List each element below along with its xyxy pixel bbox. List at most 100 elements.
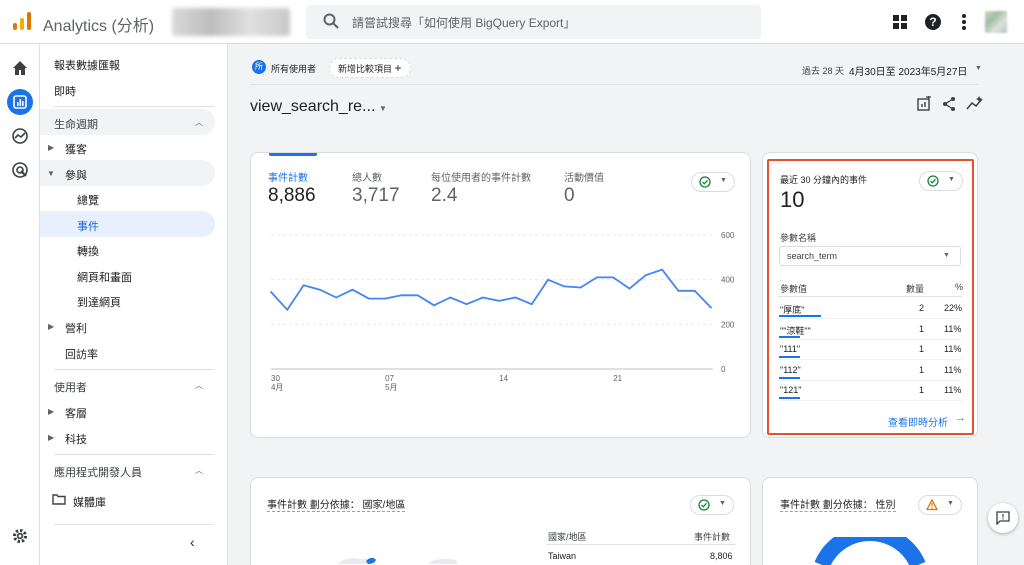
settings-gear-icon[interactable] — [10, 526, 30, 546]
date-range-label[interactable]: 過去 28 天 — [802, 64, 844, 77]
col-header-param-value: 參數值 — [780, 284, 808, 294]
data-point — [596, 276, 598, 279]
dropdown-arrow-icon: ▼ — [720, 177, 727, 184]
x-tick-label: 30 — [271, 374, 280, 383]
data-point — [498, 299, 501, 302]
avatar[interactable] — [985, 11, 1007, 33]
report-navigation: 報表數據匯報 即時 生命週期 ︿ ▶ 獲客 ▼ 參與 總覽 事件 轉換 網頁和畫… — [40, 44, 228, 565]
arrow-right-icon[interactable]: → — [955, 412, 966, 424]
table-row[interactable] — [778, 383, 962, 401]
nav-pages-screens[interactable]: 網頁和畫面 — [77, 269, 132, 285]
metric-options-dropdown[interactable]: ▼ — [691, 172, 735, 192]
nav-events-selected[interactable] — [40, 211, 215, 237]
account-selector[interactable] — [172, 8, 290, 36]
data-point — [481, 296, 484, 299]
nav-overview[interactable]: 總覽 — [77, 192, 99, 208]
metric-label[interactable]: 活動價值 — [564, 169, 604, 184]
nav-divider — [54, 369, 214, 370]
view-realtime-link[interactable]: 查看即時分析 — [888, 414, 948, 429]
expand-arrow-icon[interactable]: ▶ — [48, 407, 54, 416]
expand-arrow-icon[interactable]: ▶ — [48, 433, 54, 442]
folder-icon — [52, 494, 66, 505]
collapse-arrow-icon[interactable]: ▼ — [47, 169, 55, 178]
nav-divider — [54, 524, 214, 525]
col-header-pct: % — [955, 282, 964, 292]
nav-demographics[interactable]: 客層 — [65, 405, 87, 421]
y-tick-label: 400 — [721, 276, 735, 285]
nav-library[interactable]: 媒體庫 — [73, 494, 106, 510]
param-count: 1 — [919, 364, 925, 375]
gender-options-dropdown[interactable]: ▼ — [918, 495, 962, 515]
chevron-up-icon[interactable]: ︿ — [195, 117, 203, 128]
country-options-dropdown[interactable]: ▼ — [690, 495, 734, 515]
advertising-icon[interactable] — [10, 160, 30, 180]
more-vert-icon[interactable] — [954, 12, 974, 32]
home-icon[interactable] — [10, 58, 30, 78]
plus-icon: + — [394, 61, 402, 75]
nav-landing-page[interactable]: 到達網頁 — [77, 294, 121, 310]
collapse-nav-chevron-icon[interactable]: ‹ — [190, 534, 195, 550]
x-tick-label: 21 — [613, 374, 622, 383]
active-metric-indicator — [269, 153, 317, 156]
app-title: Analytics (分析) — [43, 18, 155, 35]
event-count-line-chart: 0 200 400 600 304月 075月 14 21 — [270, 231, 735, 392]
x-tick-label: 4月 — [271, 383, 283, 392]
nav-reports-snapshot[interactable]: 報表數據匯報 — [54, 57, 120, 73]
add-comparison-button[interactable]: 新增比較項目 + — [329, 58, 411, 78]
metric-value: 2.4 — [431, 185, 458, 206]
series-line — [270, 268, 712, 311]
title-dropdown-arrow-icon[interactable]: ▼ — [379, 104, 387, 113]
col-header-country: 國家/地區 — [548, 532, 587, 542]
nav-realtime[interactable]: 即時 — [54, 83, 76, 99]
nav-user-section[interactable]: 使用者 — [54, 379, 87, 395]
chevron-up-icon[interactable]: ︿ — [195, 380, 203, 391]
expand-arrow-icon[interactable]: ▶ — [48, 143, 54, 152]
table-row[interactable] — [778, 342, 962, 360]
country-card-title[interactable]: 事件計數 劃分依據： 國家/地區 — [267, 496, 406, 512]
reports-icon[interactable] — [10, 92, 30, 112]
share-icon[interactable] — [941, 96, 957, 112]
metric-value: 0 — [564, 185, 575, 206]
nav-monetization[interactable]: 營利 — [65, 320, 87, 336]
data-point — [286, 308, 289, 311]
search-placeholder: 請嘗試搜尋「如何使用 BigQuery Export」 — [352, 16, 576, 30]
table-row[interactable] — [778, 363, 962, 381]
nav-conversions[interactable]: 轉換 — [77, 243, 99, 259]
data-point — [547, 278, 549, 281]
data-point — [693, 289, 696, 292]
data-point — [433, 304, 435, 307]
y-tick-label: 200 — [721, 320, 735, 329]
chevron-up-icon[interactable]: ︿ — [195, 465, 203, 476]
segment-chip-label[interactable]: 所有使用者 — [271, 62, 316, 75]
date-dropdown-arrow-icon[interactable]: ▼ — [975, 65, 982, 72]
row-divider — [778, 318, 962, 319]
date-range-value[interactable]: 4月30日至 2023年5月27日 — [849, 63, 967, 78]
table-divider — [778, 296, 962, 297]
metric-label[interactable]: 每位使用者的事件計數 — [431, 169, 531, 184]
check-circle-icon — [927, 175, 939, 187]
nav-tech[interactable]: 科技 — [65, 431, 87, 447]
feedback-button[interactable] — [988, 503, 1018, 533]
customize-report-icon[interactable] — [916, 96, 932, 112]
realtime-options-dropdown[interactable]: ▼ — [919, 171, 963, 191]
search-icon — [323, 13, 339, 29]
nav-app-developer-section[interactable]: 應用程式開發人員 — [54, 464, 142, 480]
param-share-bar — [779, 356, 800, 358]
expand-arrow-icon[interactable]: ▶ — [48, 322, 54, 331]
nav-acquisition[interactable]: 獲客 — [65, 141, 87, 157]
data-point — [367, 297, 370, 300]
apps-grid-icon[interactable] — [890, 12, 910, 32]
metric-label[interactable]: 事件計數 — [268, 169, 308, 184]
explore-icon[interactable] — [10, 126, 30, 146]
analytics-logo-icon[interactable] — [12, 11, 32, 31]
gender-card-title[interactable]: 事件計數 劃分依據： 性別 — [780, 496, 896, 512]
events-overview-card: 事件計數 8,886 總人數 3,717 每位使用者的事件計數 2.4 活動價值… — [250, 152, 751, 438]
metric-label[interactable]: 總人數 — [352, 169, 382, 184]
data-point — [400, 294, 403, 297]
insights-icon[interactable] — [966, 96, 984, 112]
param-pct: 11% — [944, 385, 962, 395]
row-divider — [778, 379, 962, 381]
nav-retention[interactable]: 回訪率 — [65, 346, 98, 362]
help-icon[interactable]: ? — [923, 12, 943, 32]
param-share-bar — [779, 376, 800, 379]
